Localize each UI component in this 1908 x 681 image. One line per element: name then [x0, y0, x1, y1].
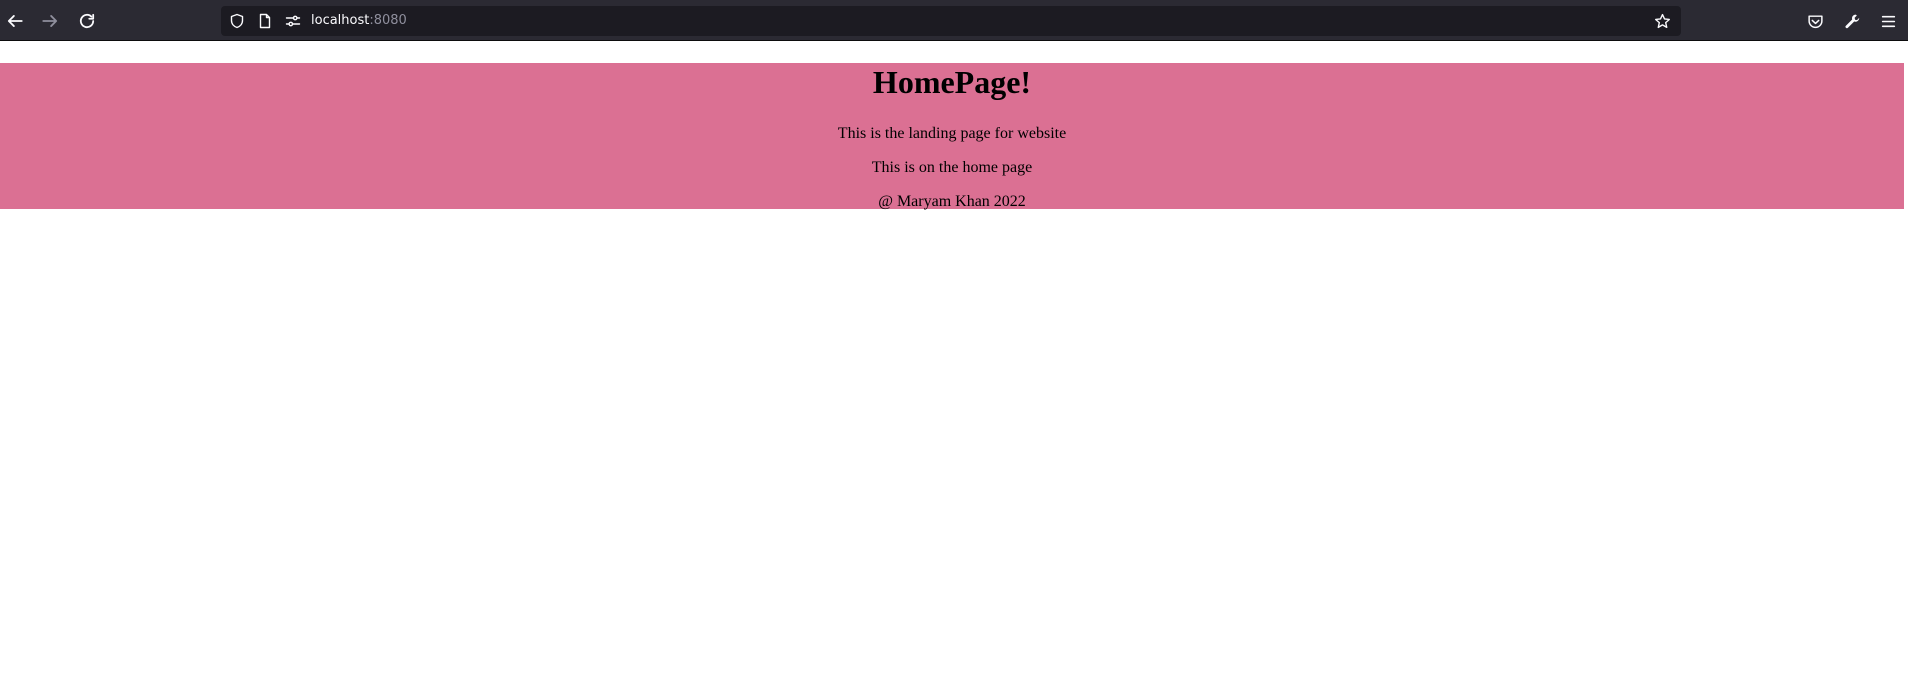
pocket-icon	[1807, 14, 1823, 28]
page-title: HomePage!	[872, 64, 1032, 100]
pocket-button[interactable]	[1803, 9, 1827, 33]
url-host: localhost	[311, 13, 370, 28]
url-text[interactable]: localhost:8080	[311, 12, 407, 30]
arrow-left-icon	[7, 15, 23, 27]
hamburger-menu-icon	[1881, 15, 1895, 27]
url-port: :8080	[369, 13, 407, 28]
wrench-icon	[1844, 14, 1859, 28]
shield-icon[interactable]	[228, 12, 246, 30]
browser-toolbar: localhost:8080	[0, 0, 1908, 41]
arrow-right-icon	[42, 15, 58, 27]
devtools-button[interactable]	[1840, 9, 1864, 33]
home-description: This is on the home page	[871, 159, 1033, 176]
back-button[interactable]	[2, 8, 28, 34]
reload-icon	[79, 13, 95, 29]
url-bar[interactable]: localhost:8080	[221, 6, 1681, 36]
bookmark-button[interactable]	[1653, 12, 1671, 30]
star-icon	[1654, 13, 1670, 28]
home-banner: HomePage! This is the landing page for w…	[0, 63, 1904, 210]
page-content: HomePage! This is the landing page for w…	[0, 42, 1908, 681]
page-icon[interactable]	[256, 12, 274, 30]
landing-description: This is the landing page for website	[837, 125, 1067, 142]
app-menu-button[interactable]	[1876, 9, 1900, 33]
permissions-icon[interactable]	[284, 12, 302, 30]
reload-button[interactable]	[74, 8, 100, 34]
forward-button[interactable]	[37, 8, 63, 34]
copyright-footer: @ Maryam Khan 2022	[878, 193, 1026, 210]
